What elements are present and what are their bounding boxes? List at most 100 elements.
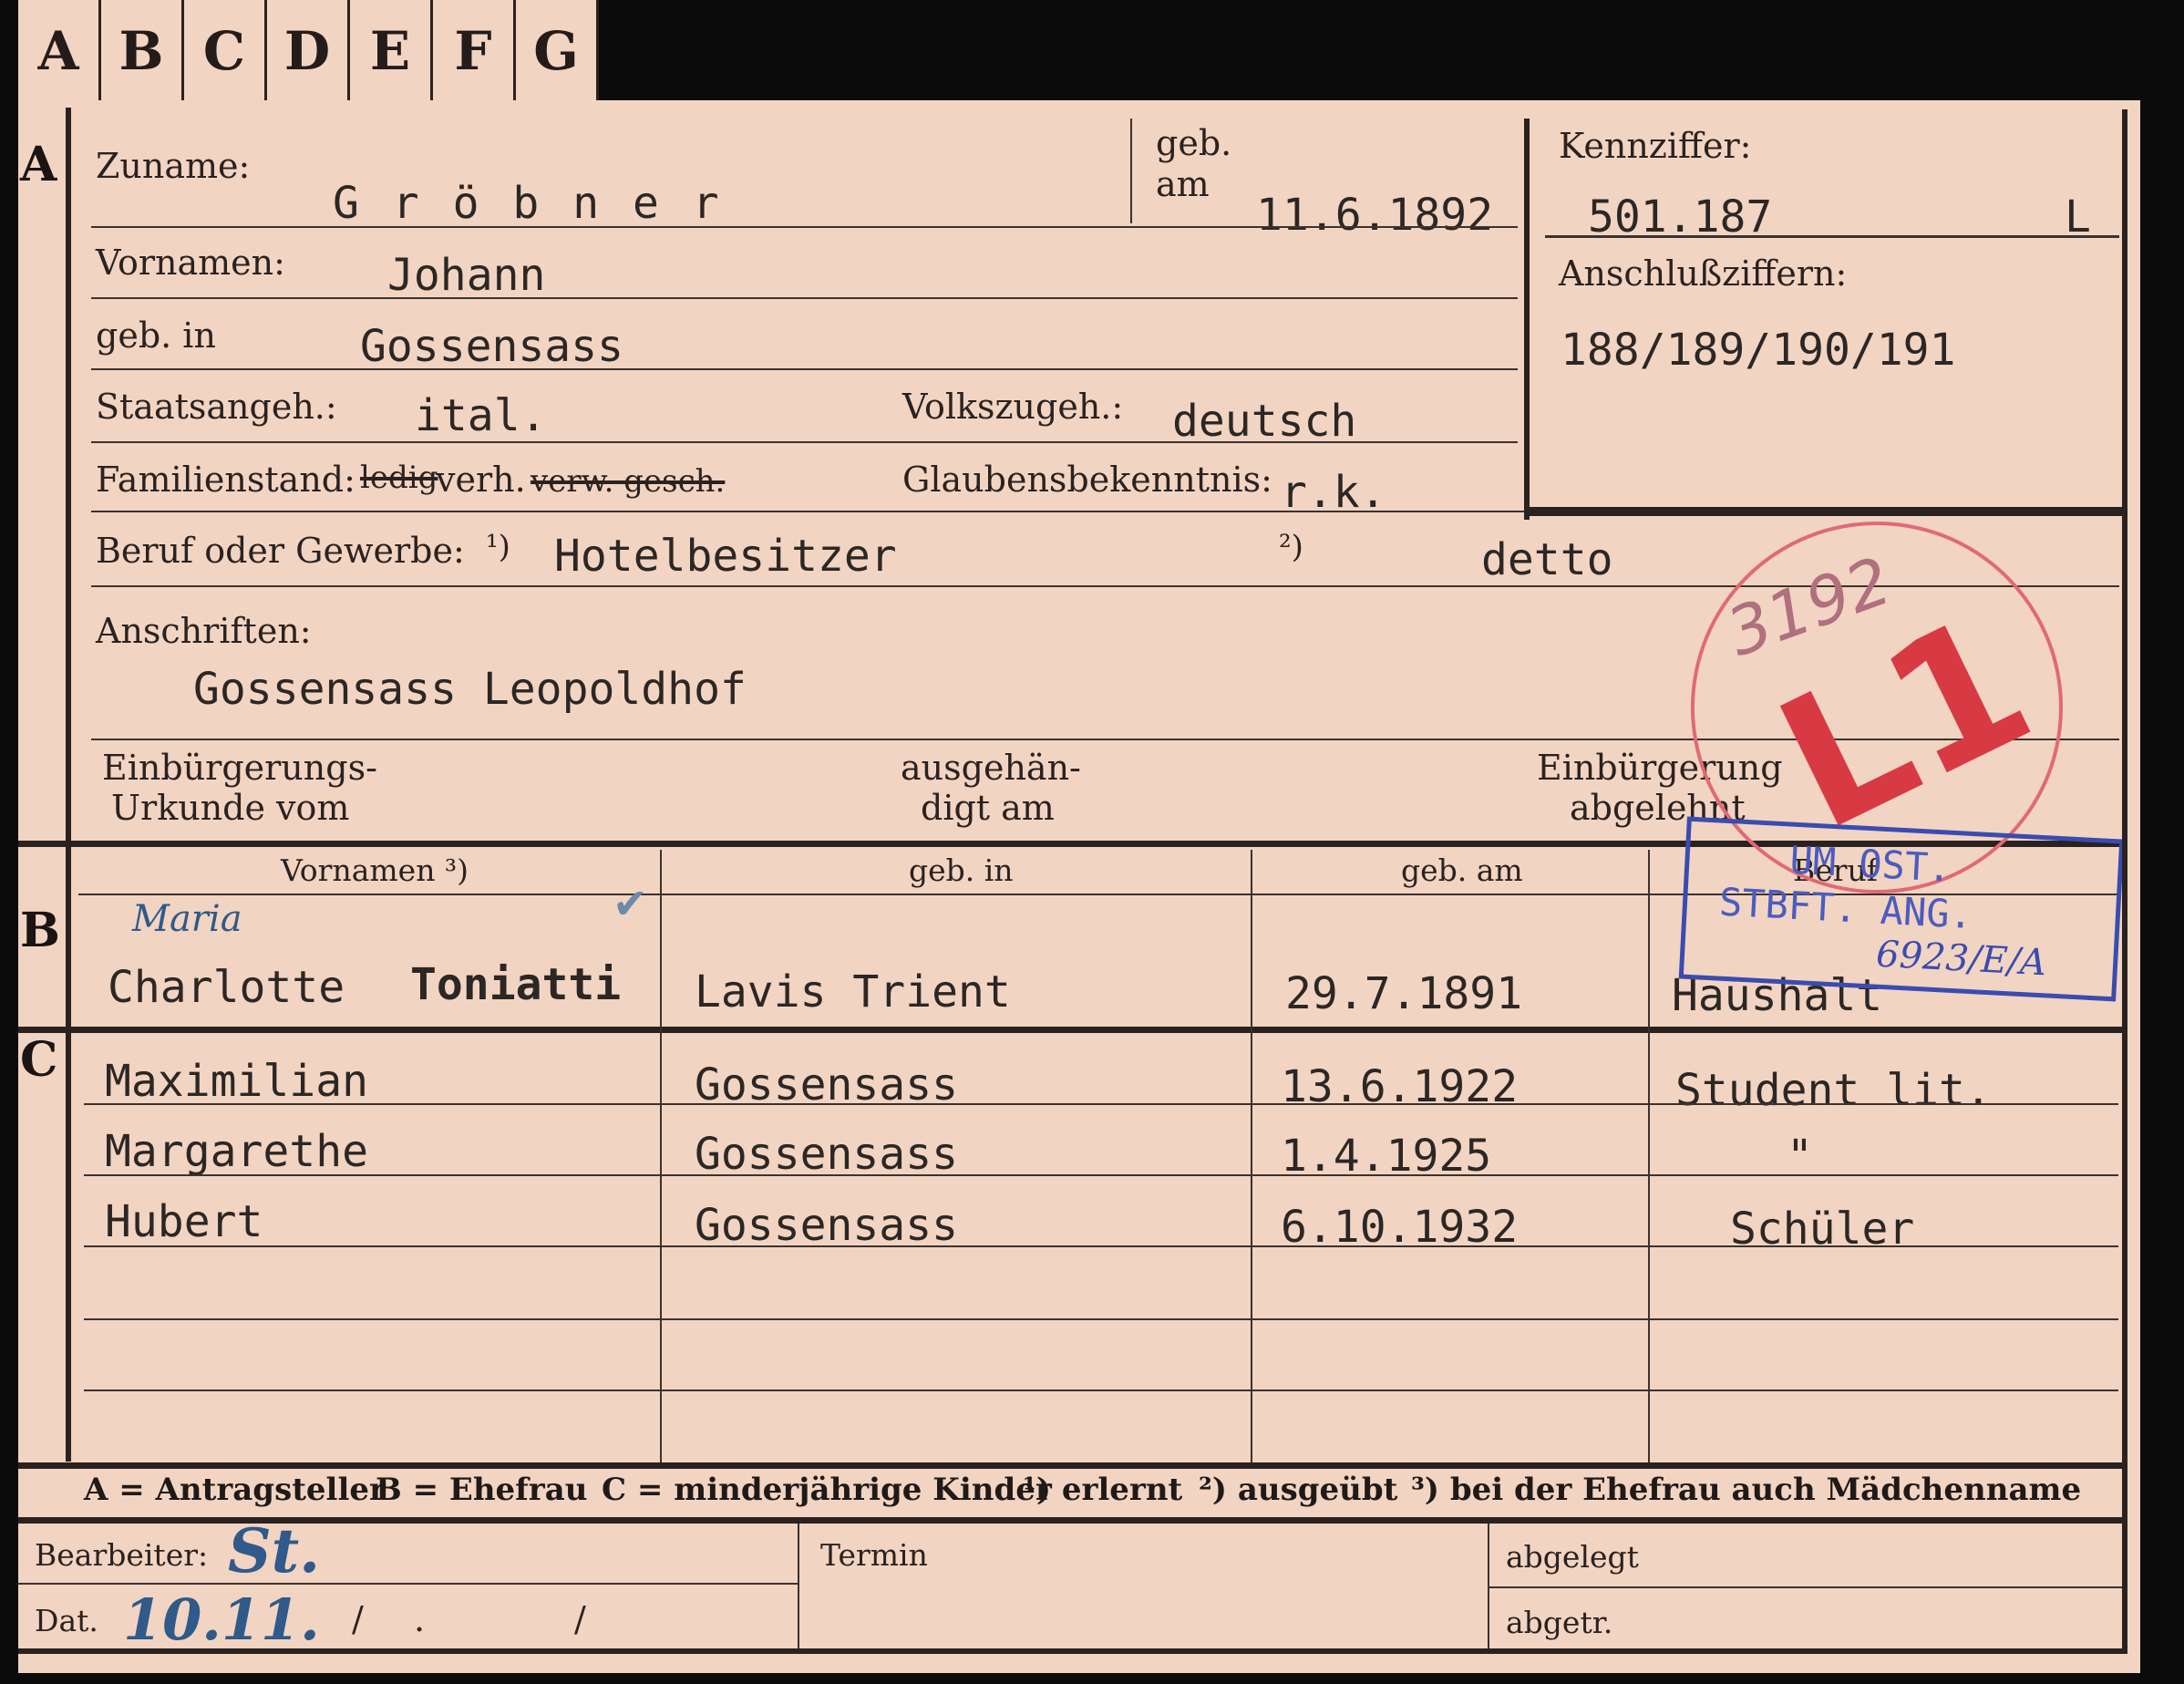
naturalization-label-1: Einbürgerungs- xyxy=(102,748,377,788)
date-handwritten: 10.11. xyxy=(123,1586,320,1653)
col-divider-2 xyxy=(1251,850,1252,1462)
ethnicity-label: Volkszugeh.: xyxy=(902,387,1124,427)
legend-n1: ¹) erlernt xyxy=(1023,1472,1183,1508)
child-rule-4 xyxy=(84,1318,2118,1320)
section-letter-c: C xyxy=(20,1032,58,1088)
child-1-name: Maximilian xyxy=(105,1056,368,1107)
card-bottom-border xyxy=(18,1648,2122,1654)
spouse-maiden-name: Toniatti xyxy=(410,959,622,1010)
marital-label: Familienstand: xyxy=(96,460,355,500)
card-right-border xyxy=(2122,109,2127,1654)
child-rule-3 xyxy=(84,1245,2118,1247)
legend-bottom-border xyxy=(18,1517,2122,1524)
child-2-birthplace: Gossensass xyxy=(695,1129,958,1180)
tab-c[interactable]: C xyxy=(184,0,267,102)
birthplace-value: Gossensass xyxy=(360,321,623,372)
rule-row-4 xyxy=(91,441,1518,443)
child-3-birthplace: Gossensass xyxy=(695,1200,958,1251)
tab-b[interactable]: B xyxy=(101,0,184,102)
tab-e[interactable]: E xyxy=(350,0,433,102)
section-letter-a: A xyxy=(20,137,57,192)
child-1-occupation: Student lit. xyxy=(1675,1065,1992,1116)
occupation-practiced-value: detto xyxy=(1481,534,1613,585)
handed-label-1: ausgehän- xyxy=(901,748,1081,788)
religion-label: Glaubensbekenntnis: xyxy=(902,460,1272,500)
section-letter-b: B xyxy=(20,903,60,958)
spouse-born-on: 29.7.1891 xyxy=(1285,968,1523,1019)
legend-b: B = Ehefrau xyxy=(376,1472,588,1508)
footer-rule-left xyxy=(18,1583,798,1585)
file-box-bottom xyxy=(1524,507,2122,516)
child-rule-1 xyxy=(84,1103,2118,1105)
related-no-value: 188/189/190/191 xyxy=(1561,325,1956,376)
col-first-names: Vornamen ³) xyxy=(281,852,469,888)
deadline-label: Termin xyxy=(820,1537,928,1573)
rule-row-3 xyxy=(91,368,1518,370)
legend-a: A = Antragsteller xyxy=(84,1472,386,1508)
marital-struck-2: verw. gesch. xyxy=(531,463,726,500)
child-3-name: Hubert xyxy=(105,1196,263,1247)
rule-row-5 xyxy=(91,511,1524,512)
tab-d[interactable]: D xyxy=(267,0,350,102)
clerk-label: Bearbeiter: xyxy=(35,1537,209,1573)
blue-stamp-ref: 6923/E/A xyxy=(1875,933,2048,985)
col-divider-1 xyxy=(660,850,662,1462)
first-names-value: Johann xyxy=(387,250,546,301)
date-slash-1: / xyxy=(352,1599,364,1639)
col-born-on: geb. am xyxy=(1401,852,1523,888)
section-c-top-border xyxy=(18,1027,2122,1033)
address-label: Anschriften: xyxy=(96,611,312,651)
blue-stamp: UM OST. STBFT. ANG. 6923/E/A xyxy=(1678,816,2125,1002)
col-divider-3 xyxy=(1648,850,1650,1462)
separated-label: abgetr. xyxy=(1506,1605,1613,1640)
first-names-label: Vornamen: xyxy=(96,243,285,283)
child-rule-2 xyxy=(84,1174,2118,1176)
citizenship-label: Staatsangeh.: xyxy=(96,387,337,427)
naturalization-label-2: Urkunde vom xyxy=(111,788,350,828)
blue-stamp-line-1: UM OST. xyxy=(1788,837,1952,891)
marital-struck-1: ledig xyxy=(360,460,438,496)
legend-top-border xyxy=(18,1462,2122,1469)
spouse-handwritten-name: Maria xyxy=(132,898,242,940)
file-box-left xyxy=(1524,119,1530,520)
surname-divider xyxy=(1130,119,1132,223)
date-slash-2: / xyxy=(574,1599,586,1639)
file-no-rule xyxy=(1545,235,2119,238)
col-birthplace: geb. in xyxy=(909,852,1014,888)
surname-value: G r ö b n e r xyxy=(333,178,723,229)
footer-rule-right xyxy=(1488,1586,2122,1588)
handed-label-2: digt am xyxy=(921,788,1055,828)
tab-g[interactable]: G xyxy=(516,0,599,102)
rule-row-1 xyxy=(91,226,1518,228)
check-mark-icon: ✔ xyxy=(613,879,648,928)
index-tabs: A B C D E F G xyxy=(18,0,599,109)
occupation-marker-1: ¹) xyxy=(486,529,510,565)
child-rule-5 xyxy=(84,1390,2118,1391)
spouse-first-name: Charlotte xyxy=(108,962,345,1013)
legend-n3: ³) bei der Ehefrau auch Mädchenname xyxy=(1411,1472,2082,1508)
born-on-label-2: am xyxy=(1156,164,1210,204)
tab-a[interactable]: A xyxy=(18,0,101,102)
surname-label: Zuname: xyxy=(96,146,251,186)
section-c-left-line xyxy=(66,1033,71,1462)
birthplace-label: geb. in xyxy=(96,315,216,356)
occupation-marker-2: ²) xyxy=(1279,529,1303,565)
clerk-initials: St. xyxy=(228,1515,321,1586)
spouse-birthplace: Lavis Trient xyxy=(695,966,1011,1018)
ethnicity-value: deutsch xyxy=(1172,396,1357,447)
related-no-label: Anschlußziffern: xyxy=(1559,253,1848,294)
date-label: Dat. xyxy=(35,1603,98,1638)
occupation-label: Beruf oder Gewerbe: xyxy=(96,531,465,571)
rule-row-2 xyxy=(91,297,1518,299)
born-on-value: 11.6.1892 xyxy=(1256,190,1494,241)
date-dot: . xyxy=(414,1599,426,1639)
footer-divider-1 xyxy=(798,1524,799,1651)
legend-n2: ²) ausgeübt xyxy=(1199,1472,1398,1508)
address-value: Gossensass Leopoldhof xyxy=(193,664,747,715)
file-no-label: Kennziffer: xyxy=(1559,126,1752,166)
child-2-name: Margarethe xyxy=(105,1126,368,1177)
tab-f[interactable]: F xyxy=(433,0,516,102)
marital-value: verh. xyxy=(436,460,526,500)
legend-c: C = minderjährige Kinder xyxy=(602,1472,1052,1508)
citizenship-value: ital. xyxy=(415,390,547,441)
